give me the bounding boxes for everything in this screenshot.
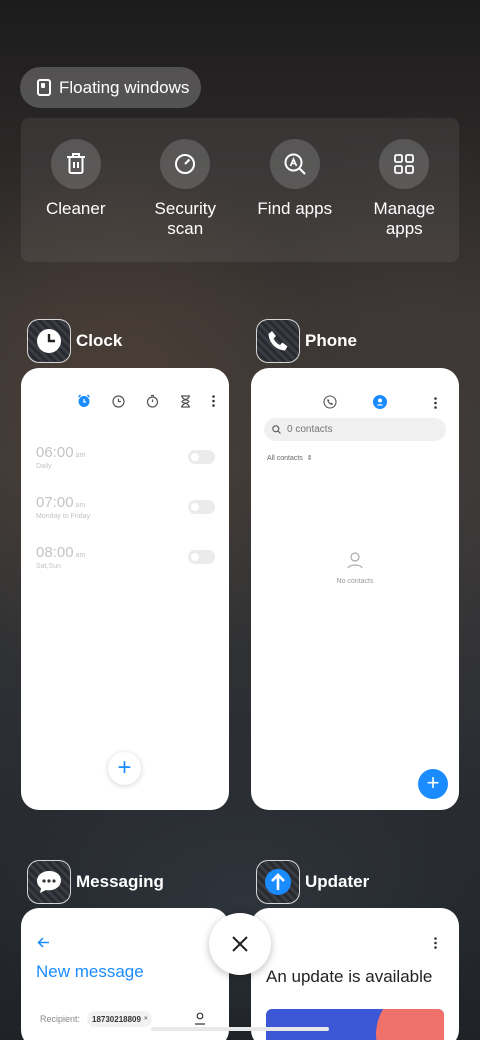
new-message-title: New message <box>36 962 144 981</box>
more-options-icon[interactable] <box>434 937 437 949</box>
alarm-item[interactable]: 06:00 am Daily <box>36 444 85 470</box>
floating-window-icon <box>37 79 51 96</box>
alarm-ampm: am <box>75 552 86 559</box>
clock-app-icon <box>27 319 71 363</box>
close-icon <box>232 936 248 952</box>
add-contact-icon[interactable] <box>194 1012 206 1025</box>
alarm-repeat: Monday to Friday <box>36 513 91 520</box>
phone-icon <box>268 331 288 351</box>
clock-toolbar <box>77 394 215 408</box>
back-arrow-icon[interactable] <box>37 937 50 948</box>
security-scan-button[interactable]: Security scan <box>131 118 241 262</box>
clock-app-header[interactable]: Clock <box>27 319 122 363</box>
contacts-search-input[interactable]: 0 contacts <box>264 418 446 441</box>
alarm-time: 07:00 <box>36 494 74 511</box>
clock-card[interactable]: 06:00 am Daily 07:00 am Monday to Friday 0… <box>21 368 229 810</box>
update-banner <box>266 1009 444 1040</box>
chat-bubble-icon <box>37 871 61 893</box>
contacts-tab-icon[interactable] <box>373 395 387 409</box>
updater-app-name: Updater <box>305 872 370 891</box>
find-apps-label: Find apps <box>257 199 333 218</box>
stopwatch-icon[interactable] <box>146 394 159 408</box>
security-scan-icon <box>175 154 196 174</box>
cleaner-button[interactable]: Cleaner <box>21 118 131 262</box>
more-options-icon[interactable] <box>212 395 215 407</box>
cleaner-label: Cleaner <box>45 199 106 218</box>
phone-card[interactable]: 0 contacts All contacts ⇕ No contacts + <box>251 368 459 810</box>
remove-recipient-icon[interactable]: × <box>144 1016 148 1022</box>
alarm-toggle[interactable] <box>188 550 215 564</box>
messaging-card[interactable]: New message Recipient: 18730218809 × <box>21 908 229 1040</box>
updater-card[interactable]: An update is available <box>251 908 459 1040</box>
alarm-toggle[interactable] <box>188 500 215 514</box>
no-contacts-label: No contacts <box>336 578 374 585</box>
phone-app-header[interactable]: Phone <box>256 319 357 363</box>
recipient-chip[interactable]: 18730218809 × <box>87 1011 153 1027</box>
alarm-ampm: am <box>75 452 86 459</box>
alarm-time: 06:00 <box>36 444 74 461</box>
phone-app-name: Phone <box>305 331 357 350</box>
updater-app-header[interactable]: Updater <box>256 860 369 904</box>
update-arrow-icon <box>265 869 291 895</box>
quick-tools-panel: Cleaner Security scan Find apps Manage a… <box>21 118 459 262</box>
alarm-item[interactable]: 08:00 am Sat,Sun <box>36 544 85 570</box>
add-alarm-button[interactable]: + <box>108 752 141 785</box>
messaging-app-icon <box>27 860 71 904</box>
find-apps-button[interactable]: Find apps <box>240 118 350 262</box>
alarm-icon[interactable] <box>77 394 91 408</box>
clock-icon <box>37 329 61 353</box>
update-available-title: An update is available <box>266 967 433 986</box>
alarm-time: 08:00 <box>36 544 74 561</box>
recipient-label: Recipient: <box>40 1014 81 1024</box>
messaging-app-header[interactable]: Messaging <box>27 860 164 904</box>
manage-apps-button[interactable]: Manage apps <box>350 118 460 262</box>
updater-app-icon <box>256 860 300 904</box>
more-options-icon[interactable] <box>434 397 437 409</box>
grid-icon <box>394 154 415 174</box>
alarm-repeat: Sat,Sun <box>36 563 61 570</box>
clock-app-name: Clock <box>76 331 123 350</box>
call-log-icon[interactable] <box>323 395 337 409</box>
alarm-toggle[interactable] <box>188 450 215 464</box>
world-clock-icon[interactable] <box>112 394 125 408</box>
trash-icon <box>66 153 85 174</box>
alarm-repeat: Daily <box>36 463 52 470</box>
alarm-item[interactable]: 07:00 am Monday to Friday <box>36 494 90 520</box>
floating-windows-label: Floating windows <box>59 77 190 97</box>
recipient-chip-number: 18730218809 <box>92 1014 141 1024</box>
find-apps-icon <box>284 153 306 175</box>
messaging-app-name: Messaging <box>76 872 164 891</box>
timer-icon[interactable] <box>180 394 191 408</box>
add-contact-button[interactable]: + <box>418 769 448 799</box>
alarm-ampm: am <box>75 502 86 509</box>
person-placeholder-icon <box>347 552 363 569</box>
contacts-filter-label: All contacts <box>267 454 303 462</box>
clear-all-button[interactable] <box>209 913 271 975</box>
floating-windows-button[interactable]: Floating windows <box>20 67 201 108</box>
search-icon <box>272 425 281 434</box>
phone-app-icon <box>256 319 300 363</box>
security-scan-label: Security scan <box>154 199 216 238</box>
contacts-count-placeholder: 0 contacts <box>287 424 333 435</box>
home-indicator[interactable] <box>151 1027 329 1031</box>
chevron-updown-icon: ⇕ <box>306 455 313 462</box>
manage-apps-label: Manage apps <box>373 199 435 238</box>
contacts-filter-dropdown[interactable]: All contacts ⇕ <box>267 454 313 463</box>
